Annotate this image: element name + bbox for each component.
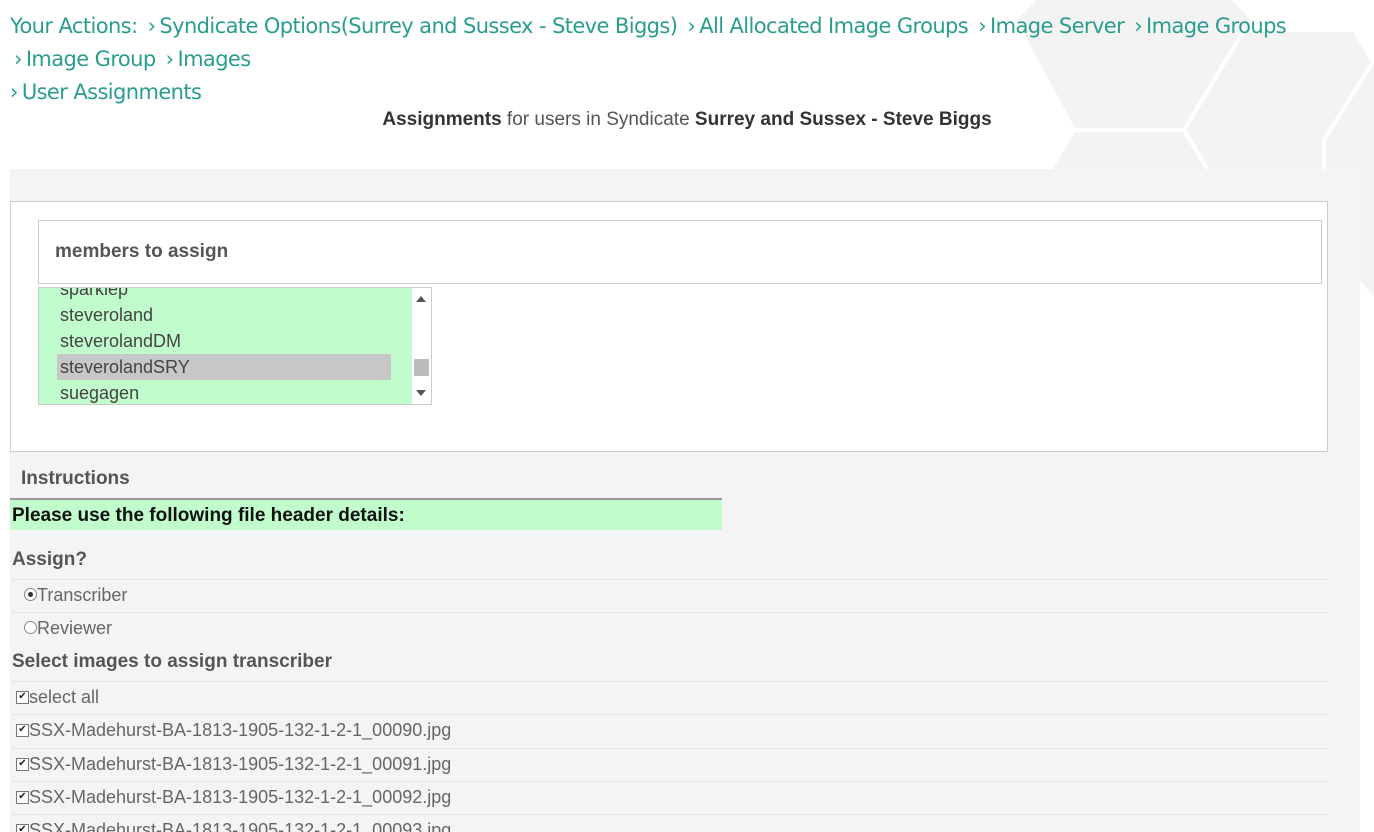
reviewer-label[interactable]: Reviewer [37, 618, 112, 638]
page-title-middle: for users in Syndicate [501, 109, 695, 130]
breadcrumb-images[interactable]: Images [177, 47, 251, 71]
page-title-strong: Assignments [382, 109, 502, 130]
member-option-sparklep[interactable]: sparklep [57, 288, 391, 302]
breadcrumb-separator: › [978, 14, 987, 38]
members-panel-header: members to assign [38, 220, 1322, 284]
transcriber-radio[interactable] [24, 587, 37, 601]
radio-row-transcriber[interactable]: Transcriber [12, 579, 1328, 611]
breadcrumb-separator: › [165, 47, 174, 71]
breadcrumb-user-assignments[interactable]: User Assignments [22, 80, 202, 104]
instructions-label: Instructions [21, 468, 130, 489]
radio-row-reviewer[interactable]: Reviewer [12, 612, 1328, 644]
select-all-label[interactable]: select all [29, 687, 99, 707]
select-images-label: Select images to assign transcriber [12, 651, 332, 672]
image-filename[interactable]: SSX-Madehurst-BA-1813-1905-132-1-2-1_000… [29, 754, 451, 774]
breadcrumb-prefix[interactable]: Your Actions: [10, 14, 138, 38]
image-checkbox[interactable]: ✔ [16, 790, 29, 804]
select-all-checkbox[interactable]: ✔ [16, 690, 29, 704]
reviewer-radio[interactable] [24, 620, 37, 634]
image-row[interactable]: ✔ SSX-Madehurst-BA-1813-1905-132-1-2-1_00… [12, 814, 1328, 832]
member-option-steveroland[interactable]: steveroland [57, 302, 391, 328]
members-scrollbar[interactable] [412, 288, 431, 404]
image-row[interactable]: ✔ SSX-Madehurst-BA-1813-1905-132-1-2-1_00… [12, 714, 1328, 746]
instructions-field: Please use the following file header det… [10, 498, 722, 530]
select-all-row[interactable]: ✔ select all [12, 681, 1328, 713]
breadcrumb-separator: › [147, 14, 156, 38]
image-filename[interactable]: SSX-Madehurst-BA-1813-1905-132-1-2-1_000… [29, 720, 451, 740]
member-option-suegagen[interactable]: suegagen [57, 380, 391, 404]
member-option-steverolanddm[interactable]: steverolandDM [57, 328, 391, 354]
breadcrumb-syndicate-options[interactable]: Syndicate Options(Surrey and Sussex - St… [159, 14, 678, 38]
transcriber-label[interactable]: Transcriber [37, 585, 127, 605]
image-checkbox[interactable]: ✔ [16, 823, 29, 832]
members-select[interactable]: sparklep steveroland steverolandDM steve… [38, 287, 432, 405]
image-checkbox[interactable]: ✔ [16, 723, 29, 737]
image-filename[interactable]: SSX-Madehurst-BA-1813-1905-132-1-2-1_000… [29, 787, 451, 807]
breadcrumb: Your Actions: › Syndicate Options(Surrey … [10, 10, 1360, 109]
breadcrumb-image-group[interactable]: Image Group [26, 47, 156, 71]
assign-label: Assign? [12, 549, 87, 570]
members-panel: members to assign sparklep steveroland s… [10, 201, 1328, 452]
member-option-steverolandsry[interactable]: steverolandSRY [57, 354, 391, 380]
image-filename[interactable]: SSX-Madehurst-BA-1813-1905-132-1-2-1_000… [29, 820, 451, 832]
breadcrumb-image-server[interactable]: Image Server [990, 14, 1125, 38]
scroll-thumb[interactable] [414, 359, 429, 376]
image-row[interactable]: ✔ SSX-Madehurst-BA-1813-1905-132-1-2-1_00… [12, 748, 1328, 780]
breadcrumb-image-groups[interactable]: Image Groups [1146, 14, 1287, 38]
syndicate-name: Surrey and Sussex - Steve Biggs [694, 109, 992, 130]
scroll-up-arrow-icon[interactable] [416, 296, 426, 302]
instructions-text: Please use the following file header det… [12, 505, 405, 526]
breadcrumb-separator: › [687, 14, 696, 38]
breadcrumb-separator: › [14, 47, 22, 71]
breadcrumb-separator: › [10, 80, 18, 104]
page-title: Assignments for users in Syndicate Surre… [0, 109, 1374, 131]
image-row[interactable]: ✔ SSX-Madehurst-BA-1813-1905-132-1-2-1_00… [12, 781, 1328, 813]
image-checkbox[interactable]: ✔ [16, 757, 29, 771]
breadcrumb-separator: › [1134, 14, 1143, 38]
members-panel-title: members to assign [55, 241, 229, 262]
scroll-down-arrow-icon[interactable] [416, 390, 426, 396]
breadcrumb-all-allocated-image-groups[interactable]: All Allocated Image Groups [699, 14, 968, 38]
